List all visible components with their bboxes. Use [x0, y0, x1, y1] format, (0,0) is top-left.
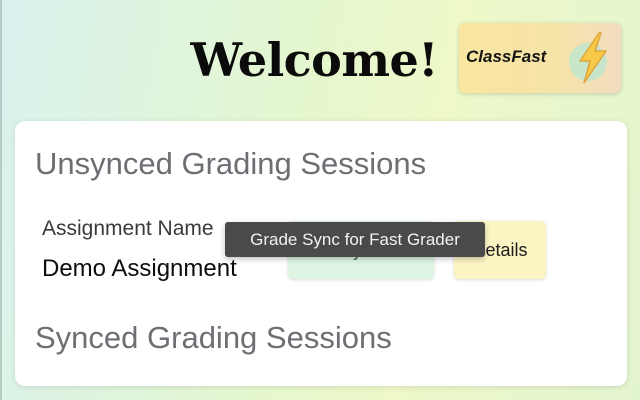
tooltip: Grade Sync for Fast Grader	[225, 222, 485, 257]
lightning-bolt-icon	[568, 31, 618, 85]
unsynced-sessions-title: Unsynced Grading Sessions	[35, 146, 427, 181]
brand-name: ClassFast	[466, 47, 547, 66]
synced-sessions-title: Synced Grading Sessions	[35, 320, 392, 355]
assignment-name-label: Assignment Name	[42, 217, 214, 240]
welcome-heading: Welcome!	[190, 33, 439, 87]
assignment-name-value: Demo Assignment	[42, 255, 237, 282]
brand-badge[interactable]: ClassFast	[459, 23, 621, 93]
